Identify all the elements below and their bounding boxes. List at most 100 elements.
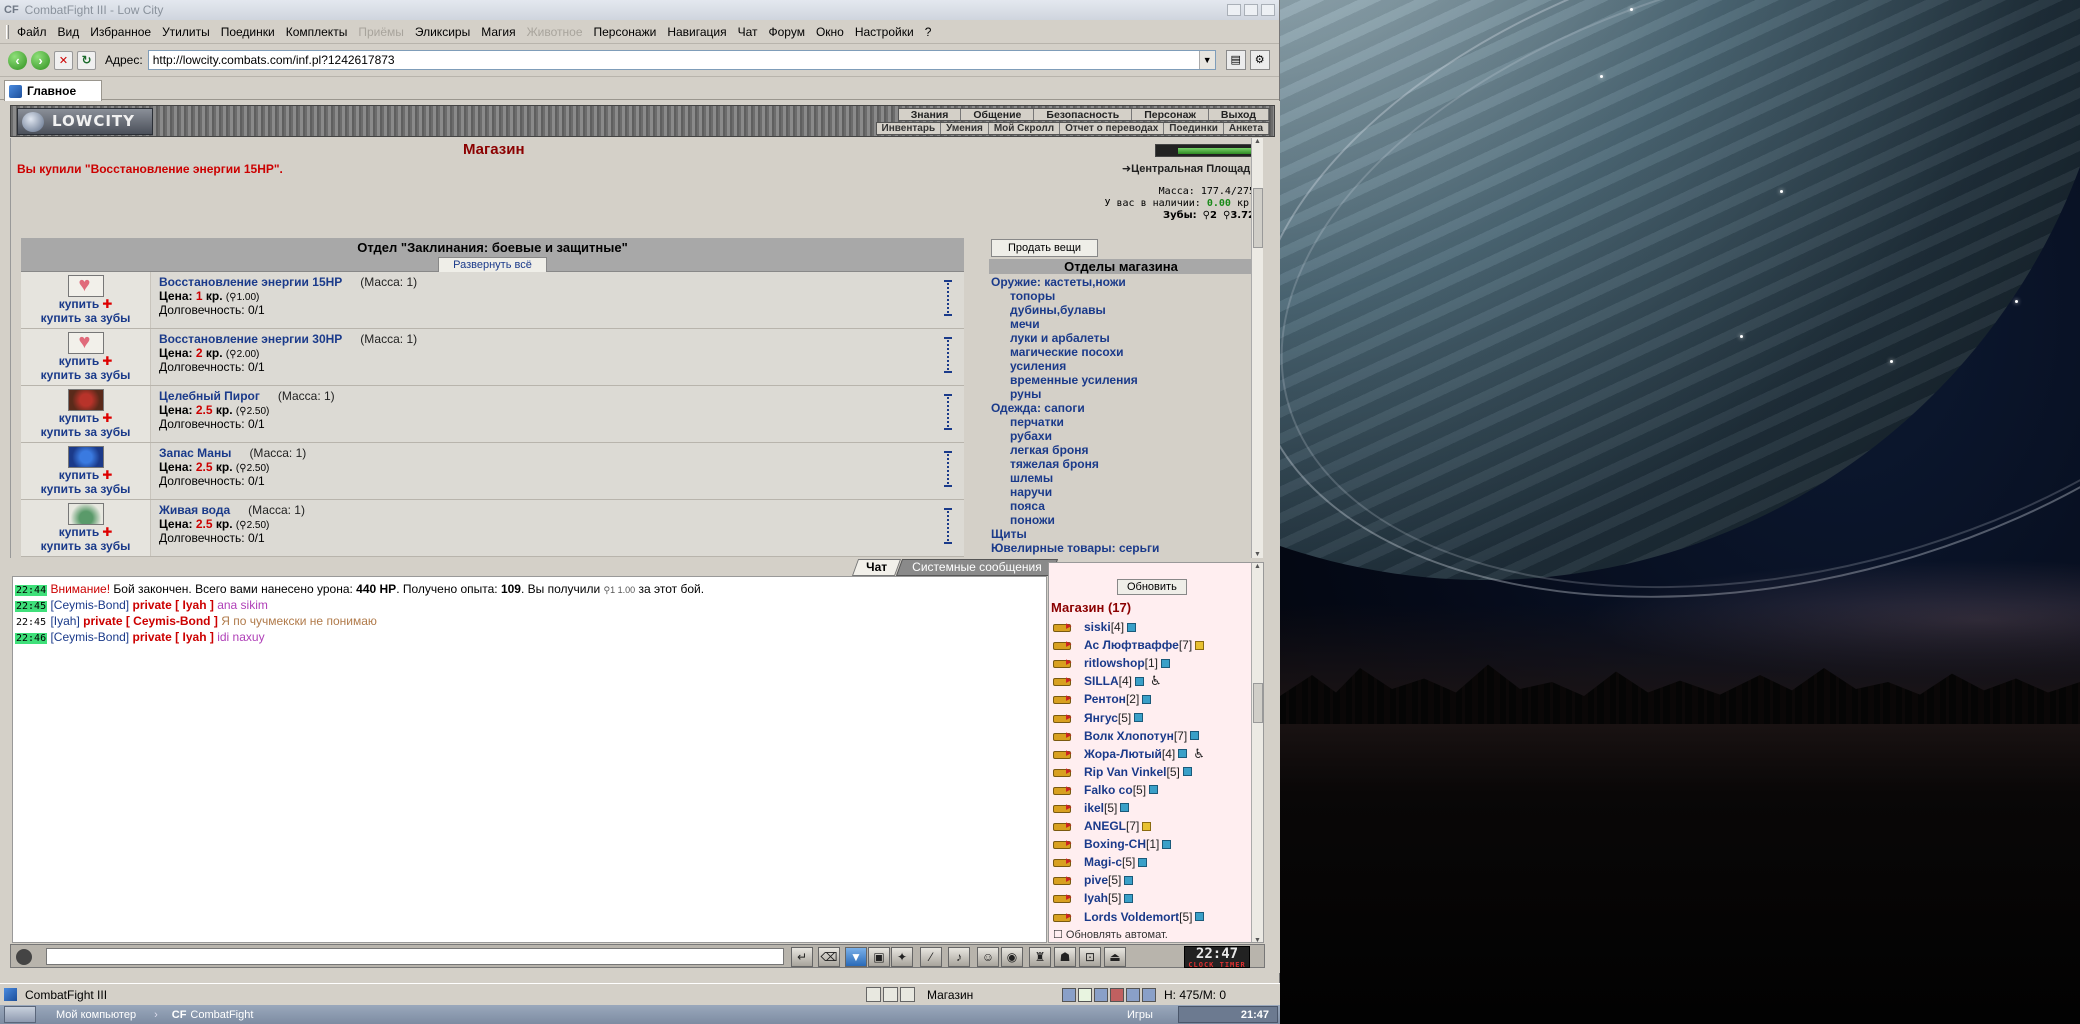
user-info-icon[interactable] <box>1138 857 1148 867</box>
user-name[interactable]: SILLA <box>1084 674 1119 688</box>
private-message-icon[interactable] <box>1053 854 1073 868</box>
private-message-icon[interactable] <box>1053 655 1073 669</box>
buy-link[interactable]: купить ✚ <box>21 525 150 539</box>
smile-icon[interactable]: ☺ <box>977 947 999 967</box>
buy-link[interactable]: купить ✚ <box>21 468 150 482</box>
private-message-icon[interactable] <box>1053 872 1073 886</box>
menu-item[interactable]: Форум <box>769 25 805 39</box>
private-recipient[interactable]: private [ Iyah ] <box>133 598 214 612</box>
location-link[interactable]: ➜Центральная Площадь <box>1122 162 1257 175</box>
department-link[interactable]: дубины,булавы <box>991 303 1253 317</box>
user-name[interactable]: Iyah <box>1084 891 1108 905</box>
scroll-thumb[interactable] <box>1253 188 1263 248</box>
address-input[interactable]: http://lowcity.combats.com/inf.pl?124261… <box>147 50 1216 70</box>
nav-item[interactable]: Поединки <box>1164 123 1224 134</box>
user-name[interactable]: siski <box>1084 620 1111 634</box>
department-link[interactable]: мечи <box>991 317 1253 331</box>
user-info-icon[interactable] <box>1162 839 1172 849</box>
menu-item[interactable]: Навигация <box>667 25 726 39</box>
music-icon[interactable]: ♪ <box>948 947 970 967</box>
save-icon[interactable]: ▣ <box>868 947 890 967</box>
department-link[interactable]: наручи <box>991 485 1253 499</box>
start-button[interactable] <box>4 1006 36 1023</box>
department-link[interactable]: топоры <box>991 289 1253 303</box>
department-link[interactable]: Одежда: сапоги <box>991 401 1253 415</box>
private-message-icon[interactable] <box>1053 710 1073 724</box>
mute-icon[interactable]: ⁄ <box>920 947 942 967</box>
auto-refresh-checkbox[interactable]: ☐ Обновлять автомат. <box>1053 928 1168 941</box>
private-recipient[interactable]: private [ Ceymis-Bond ] <box>83 614 218 628</box>
department-link[interactable]: пояса <box>991 499 1253 513</box>
online-scrollbar[interactable] <box>1251 563 1263 942</box>
chat-sender[interactable]: [Ceymis-Bond] <box>50 630 129 644</box>
nav-item[interactable]: Анкета <box>1224 123 1269 134</box>
item-name[interactable]: Запас Маны (Масса: 1) <box>159 446 306 460</box>
item-title[interactable]: Живая вода <box>159 503 230 517</box>
chat-time[interactable]: 22:46 <box>15 633 48 644</box>
buy-for-teeth-link[interactable]: купить за зубы <box>21 311 150 325</box>
user-name[interactable]: Ас Люфтваффе <box>1084 638 1179 652</box>
user-name[interactable]: Boxing-CH <box>1084 837 1146 851</box>
department-link[interactable]: Оружие: кастеты,ножи <box>991 275 1253 289</box>
user-info-icon[interactable] <box>1190 731 1200 741</box>
person-icon[interactable]: ✦ <box>891 947 913 967</box>
shop-scrollbar[interactable] <box>1251 138 1263 558</box>
filter-icon[interactable]: ▼ <box>845 947 867 967</box>
user-info-icon[interactable] <box>1134 713 1144 723</box>
buy-for-teeth-link[interactable]: купить за зубы <box>21 425 150 439</box>
department-link[interactable]: луки и арбалеты <box>991 331 1253 345</box>
private-message-icon[interactable] <box>1053 818 1073 832</box>
private-message-icon[interactable] <box>1053 619 1073 633</box>
menu-item[interactable]: Вид <box>58 25 80 39</box>
private-message-icon[interactable] <box>1053 728 1073 742</box>
item-title[interactable]: Запас Маны <box>159 446 231 460</box>
status-icon[interactable] <box>1078 987 1092 1002</box>
menu-item[interactable]: Окно <box>816 25 844 39</box>
forward-button[interactable]: › <box>31 50 50 70</box>
nav-item[interactable]: Инвентарь <box>877 123 942 134</box>
status-icon[interactable] <box>1110 987 1124 1002</box>
list-icon[interactable] <box>883 987 898 1002</box>
private-message-icon[interactable] <box>1053 836 1073 850</box>
menu-item[interactable]: Поединки <box>221 25 275 39</box>
buy-link[interactable]: купить ✚ <box>21 411 150 425</box>
private-message-icon[interactable] <box>1053 764 1073 778</box>
user-name[interactable]: Magi-c <box>1084 855 1122 869</box>
user-name[interactable]: Rip Van Vinkel <box>1084 765 1166 779</box>
camera-icon[interactable]: ◉ <box>1001 947 1023 967</box>
item-name[interactable]: Восстановление энергии 30HP (Масса: 1) <box>159 332 417 346</box>
private-message-icon[interactable] <box>1053 800 1073 814</box>
sell-items-button[interactable]: Продать вещи <box>991 239 1099 257</box>
status-icon[interactable] <box>1126 987 1140 1002</box>
user-info-icon[interactable] <box>1124 875 1134 885</box>
refresh-list-button[interactable]: Обновить <box>1117 579 1187 595</box>
tab-chat[interactable]: Чат <box>851 559 902 576</box>
lock-icon[interactable]: ⊡ <box>1079 947 1101 967</box>
minimize-button[interactable] <box>1227 4 1241 16</box>
department-link[interactable]: Щиты <box>991 527 1253 541</box>
chat-time[interactable]: 22:45 <box>15 601 48 612</box>
department-link[interactable]: магические посохи <box>991 345 1253 359</box>
department-link[interactable]: усиления <box>991 359 1253 373</box>
chat-input[interactable] <box>46 948 784 965</box>
menu-item[interactable]: Чат <box>738 25 758 39</box>
user-info-icon[interactable] <box>1161 658 1171 668</box>
item-name[interactable]: Восстановление энергии 15HP (Масса: 1) <box>159 275 417 289</box>
department-link[interactable]: тяжелая броня <box>991 457 1253 471</box>
tab-main[interactable]: Главное <box>4 80 102 101</box>
user-info-icon[interactable] <box>1124 893 1134 903</box>
emote-icon[interactable] <box>16 949 32 965</box>
private-message-icon[interactable] <box>1053 746 1073 760</box>
chat-time[interactable]: 22:45 <box>15 617 47 628</box>
back-button[interactable]: ‹ <box>8 50 27 70</box>
menu-item[interactable]: Магия <box>481 25 515 39</box>
department-link[interactable]: ожерелья <box>991 555 1253 558</box>
private-message-icon[interactable] <box>1053 782 1073 796</box>
user-info-icon[interactable] <box>1142 694 1152 704</box>
user-info-icon[interactable] <box>1127 622 1137 632</box>
item-name[interactable]: Целебный Пирог (Масса: 1) <box>159 389 335 403</box>
menu-item[interactable]: Настройки <box>855 25 914 39</box>
user-name[interactable]: Волк Хлопотун <box>1084 729 1174 743</box>
item-title[interactable]: Восстановление энергии 15HP <box>159 275 342 289</box>
private-message-icon[interactable] <box>1053 637 1073 651</box>
